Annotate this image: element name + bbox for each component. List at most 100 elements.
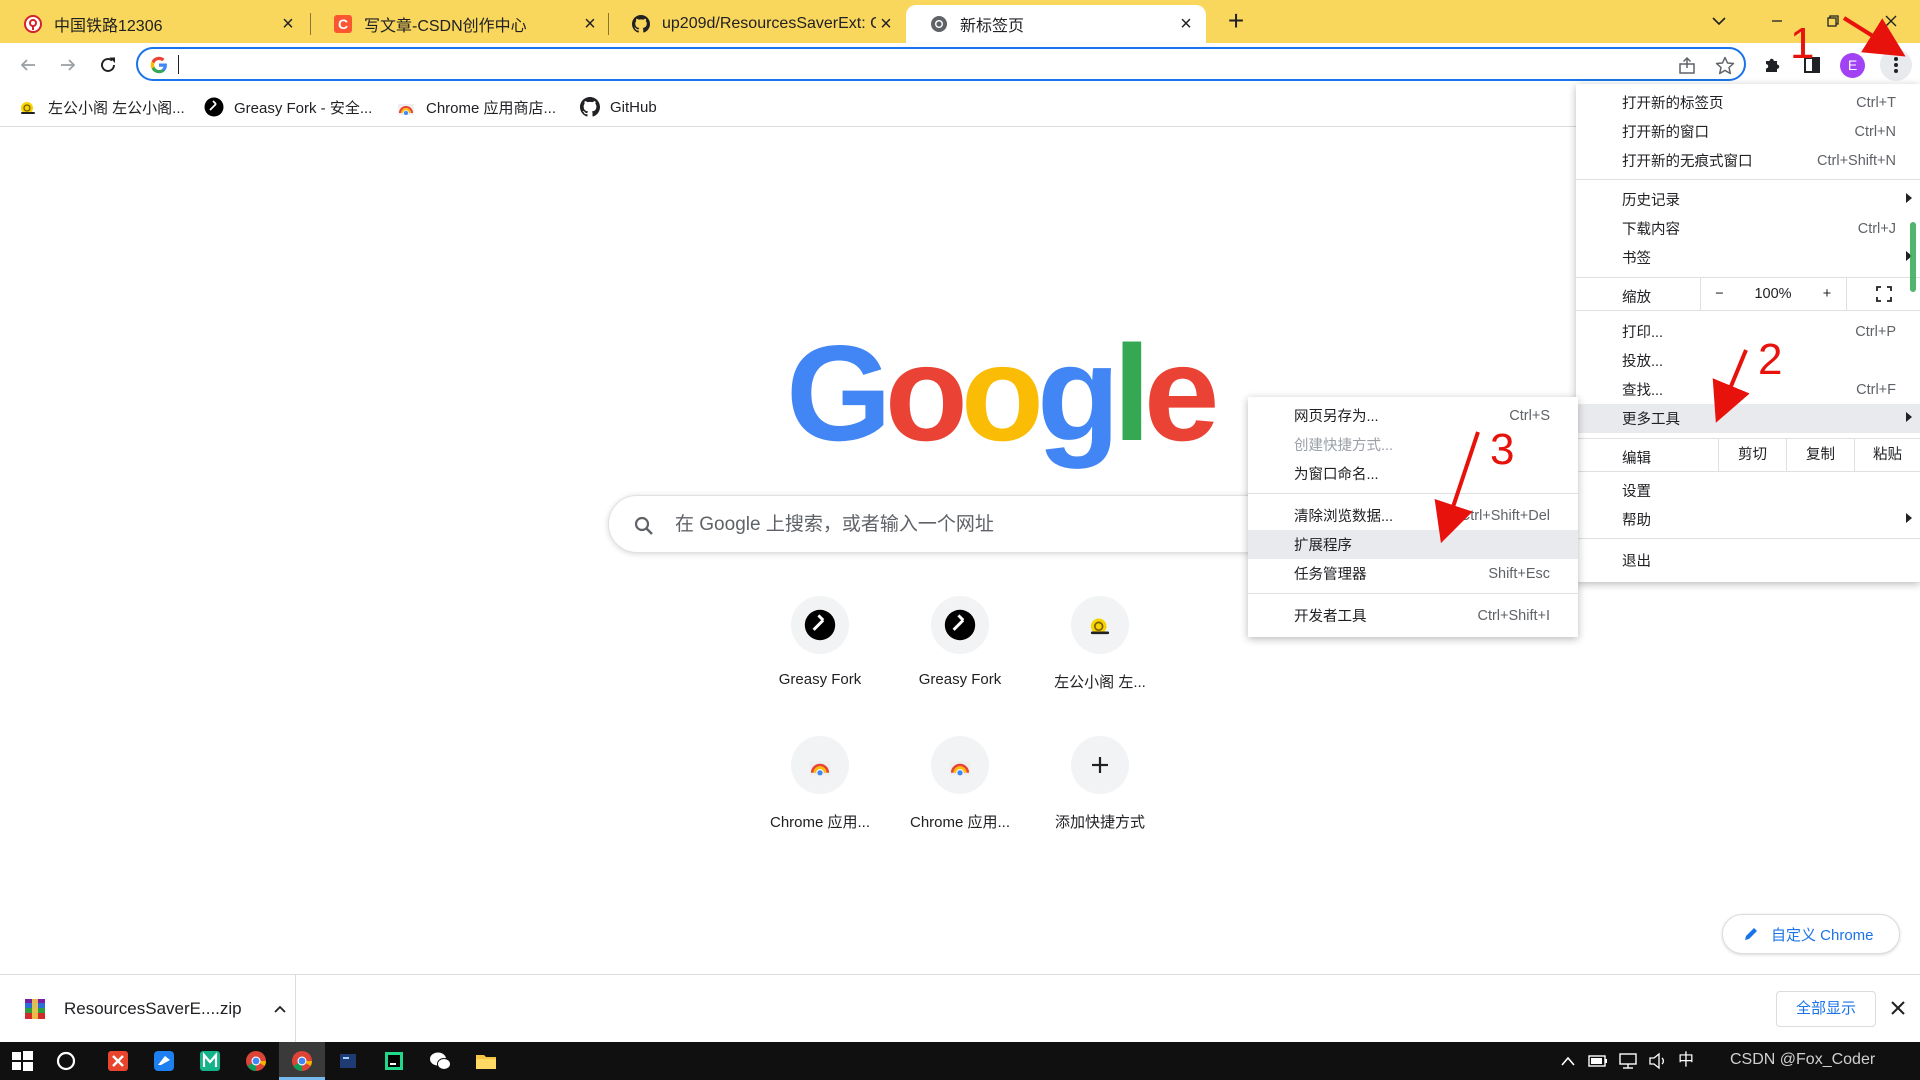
tab-csdn[interactable]: C 写文章-CSDN创作中心 ×	[310, 5, 610, 43]
customize-chrome-button[interactable]: 自定义 Chrome	[1722, 914, 1900, 954]
menu-item-incognito[interactable]: 打开新的无痕式窗口 Ctrl+Shift+N	[1576, 146, 1920, 175]
shortcut-tile[interactable]: Chrome 应用...	[892, 736, 1028, 848]
close-icon[interactable]: ×	[278, 14, 298, 34]
logo-letter: o	[960, 317, 1044, 469]
ime-indicator[interactable]: 中	[1678, 1052, 1694, 1070]
logo-letter: o	[884, 317, 968, 469]
shortcut-icon-bg	[1071, 596, 1129, 654]
menu-item-new-window[interactable]: 打开新的窗口 Ctrl+N	[1576, 117, 1920, 146]
menu-item-find[interactable]: 查找... Ctrl+F	[1576, 375, 1920, 404]
zoom-in-button[interactable]: +	[1808, 278, 1846, 310]
menu-separator	[1576, 179, 1920, 180]
menu-item-history[interactable]: 历史记录	[1576, 185, 1920, 214]
submenu-item-clear-data[interactable]: 清除浏览数据... Ctrl+Shift+Del	[1248, 501, 1578, 530]
menu-item-exit[interactable]: 退出	[1576, 546, 1920, 575]
search-input[interactable]	[675, 512, 1275, 538]
tray-chevron-up-icon[interactable]	[1560, 1054, 1576, 1068]
tab-search-chevron-icon[interactable]	[1704, 6, 1734, 36]
restore-icon[interactable]	[1818, 6, 1848, 36]
menu-item-settings[interactable]: 设置	[1576, 476, 1920, 505]
menu-item-print[interactable]: 打印... Ctrl+P	[1576, 317, 1920, 346]
extensions-puzzle-icon[interactable]	[1760, 52, 1786, 78]
fullscreen-icon[interactable]	[1846, 278, 1920, 310]
menu-item-more-tools[interactable]: 更多工具	[1576, 404, 1920, 433]
download-item[interactable]: ResourcesSaverE....zip	[0, 975, 296, 1043]
forward-icon[interactable]	[54, 51, 82, 79]
battery-icon[interactable]	[1588, 1054, 1608, 1068]
bookmark-zuogong[interactable]: 左公小阁 左公小阁...	[18, 96, 185, 118]
chrome-menu-button[interactable]	[1880, 49, 1912, 81]
minimize-icon[interactable]	[1762, 6, 1792, 36]
submenu-item-extensions[interactable]: 扩展程序	[1248, 530, 1578, 559]
file-explorer-icon[interactable]	[472, 1047, 500, 1075]
tab-12306[interactable]: 中国铁路12306 ×	[0, 5, 308, 43]
share-icon[interactable]	[1676, 55, 1698, 77]
tab-title: 写文章-CSDN创作中心	[364, 18, 527, 35]
feishu-app-icon[interactable]	[150, 1047, 178, 1075]
tab-github[interactable]: up209d/ResourcesSaverExt: Ch ×	[608, 5, 906, 43]
add-shortcut-tile[interactable]: 添加快捷方式	[1032, 736, 1168, 848]
submenu-item-task-manager[interactable]: 任务管理器 Shift+Esc	[1248, 559, 1578, 588]
m-app-icon[interactable]	[196, 1047, 224, 1075]
chrome-app-icon[interactable]	[242, 1047, 270, 1075]
menu-item-help[interactable]: 帮助	[1576, 505, 1920, 534]
bookmark-greasyfork[interactable]: Greasy Fork - 安全...	[204, 96, 372, 118]
windows-start-icon[interactable]	[8, 1047, 36, 1075]
menu-item-new-tab[interactable]: 打开新的标签页 Ctrl+T	[1576, 88, 1920, 117]
menu-item-cast[interactable]: 投放...	[1576, 346, 1920, 375]
submenu-item-dev-tools[interactable]: 开发者工具 Ctrl+Shift+I	[1248, 601, 1578, 630]
close-icon[interactable]: ×	[580, 14, 600, 34]
shortcut-tile[interactable]: Greasy Fork	[892, 596, 1028, 708]
wechat-app-icon[interactable]	[426, 1047, 454, 1075]
close-window-icon[interactable]	[1876, 6, 1906, 36]
bookmark-chrome-webstore[interactable]: Chrome 应用商店...	[396, 96, 556, 118]
submenu-item-name-window[interactable]: 为窗口命名...	[1248, 459, 1578, 488]
show-all-downloads-button[interactable]: 全部显示	[1776, 991, 1876, 1027]
shortcut-label: 添加快捷方式	[1054, 814, 1145, 831]
search-circle-icon[interactable]	[52, 1047, 80, 1075]
csdn-favicon: C	[334, 15, 352, 33]
browser-toolbar: E	[0, 43, 1920, 86]
close-icon[interactable]	[1886, 996, 1910, 1020]
chrome-app-icon[interactable]	[288, 1047, 316, 1075]
zoom-out-button[interactable]: −	[1700, 278, 1738, 310]
download-filename: ResourcesSaverE....zip	[64, 999, 242, 1018]
paste-button[interactable]: 粘贴	[1854, 439, 1920, 471]
menu-shortcut: Ctrl+S	[1509, 407, 1550, 424]
submenu-arrow-icon	[1906, 513, 1912, 523]
reload-icon[interactable]	[94, 51, 122, 79]
close-icon[interactable]: ×	[1176, 14, 1196, 34]
cut-button[interactable]: 剪切	[1718, 439, 1786, 471]
address-input[interactable]	[178, 53, 1658, 77]
ntp-search-box[interactable]	[608, 495, 1308, 553]
new-tab-button[interactable]: +	[1222, 7, 1250, 36]
chrome-main-menu: 打开新的标签页 Ctrl+T 打开新的窗口 Ctrl+N 打开新的无痕式窗口 C…	[1576, 84, 1920, 582]
close-icon[interactable]: ×	[876, 14, 896, 34]
submenu-item-save-page[interactable]: 网页另存为... Ctrl+S	[1248, 401, 1578, 430]
volume-icon[interactable]	[1648, 1052, 1668, 1070]
chevron-up-icon[interactable]	[272, 1001, 288, 1017]
shortcut-icon-bg	[1071, 736, 1129, 794]
menu-item-downloads[interactable]: 下载内容 Ctrl+J	[1576, 214, 1920, 243]
menu-item-bookmarks[interactable]: 书签	[1576, 243, 1920, 272]
tab-title: up209d/ResourcesSaverExt: Ch	[662, 15, 876, 32]
menu-scrollbar[interactable]	[1910, 222, 1916, 292]
bookmark-star-icon[interactable]	[1714, 55, 1736, 77]
xmind-app-icon[interactable]	[104, 1047, 132, 1075]
shortcut-tile[interactable]: Chrome 应用...	[752, 736, 888, 848]
shortcut-tile[interactable]: 左公小阁 左...	[1032, 596, 1168, 708]
back-icon[interactable]	[14, 51, 42, 79]
tab-new-tab[interactable]: 新标签页 ×	[906, 5, 1206, 43]
copy-button[interactable]: 复制	[1786, 439, 1854, 471]
menu-shortcut: Shift+Esc	[1488, 565, 1550, 582]
shortcut-tile[interactable]: Greasy Fork	[752, 596, 888, 708]
pycharm-app-icon[interactable]	[380, 1047, 408, 1075]
profile-avatar[interactable]: E	[1840, 53, 1865, 78]
address-bar[interactable]	[136, 47, 1746, 81]
bookmark-github[interactable]: GitHub	[580, 96, 657, 118]
shortcut-label: Greasy Fork	[778, 671, 862, 688]
watermark-text: CSDN @Fox_Coder	[1730, 1051, 1876, 1068]
download-shelf: ResourcesSaverE....zip 全部显示	[0, 974, 1920, 1043]
terminal-app-icon[interactable]	[334, 1047, 362, 1075]
network-icon[interactable]	[1618, 1052, 1638, 1070]
